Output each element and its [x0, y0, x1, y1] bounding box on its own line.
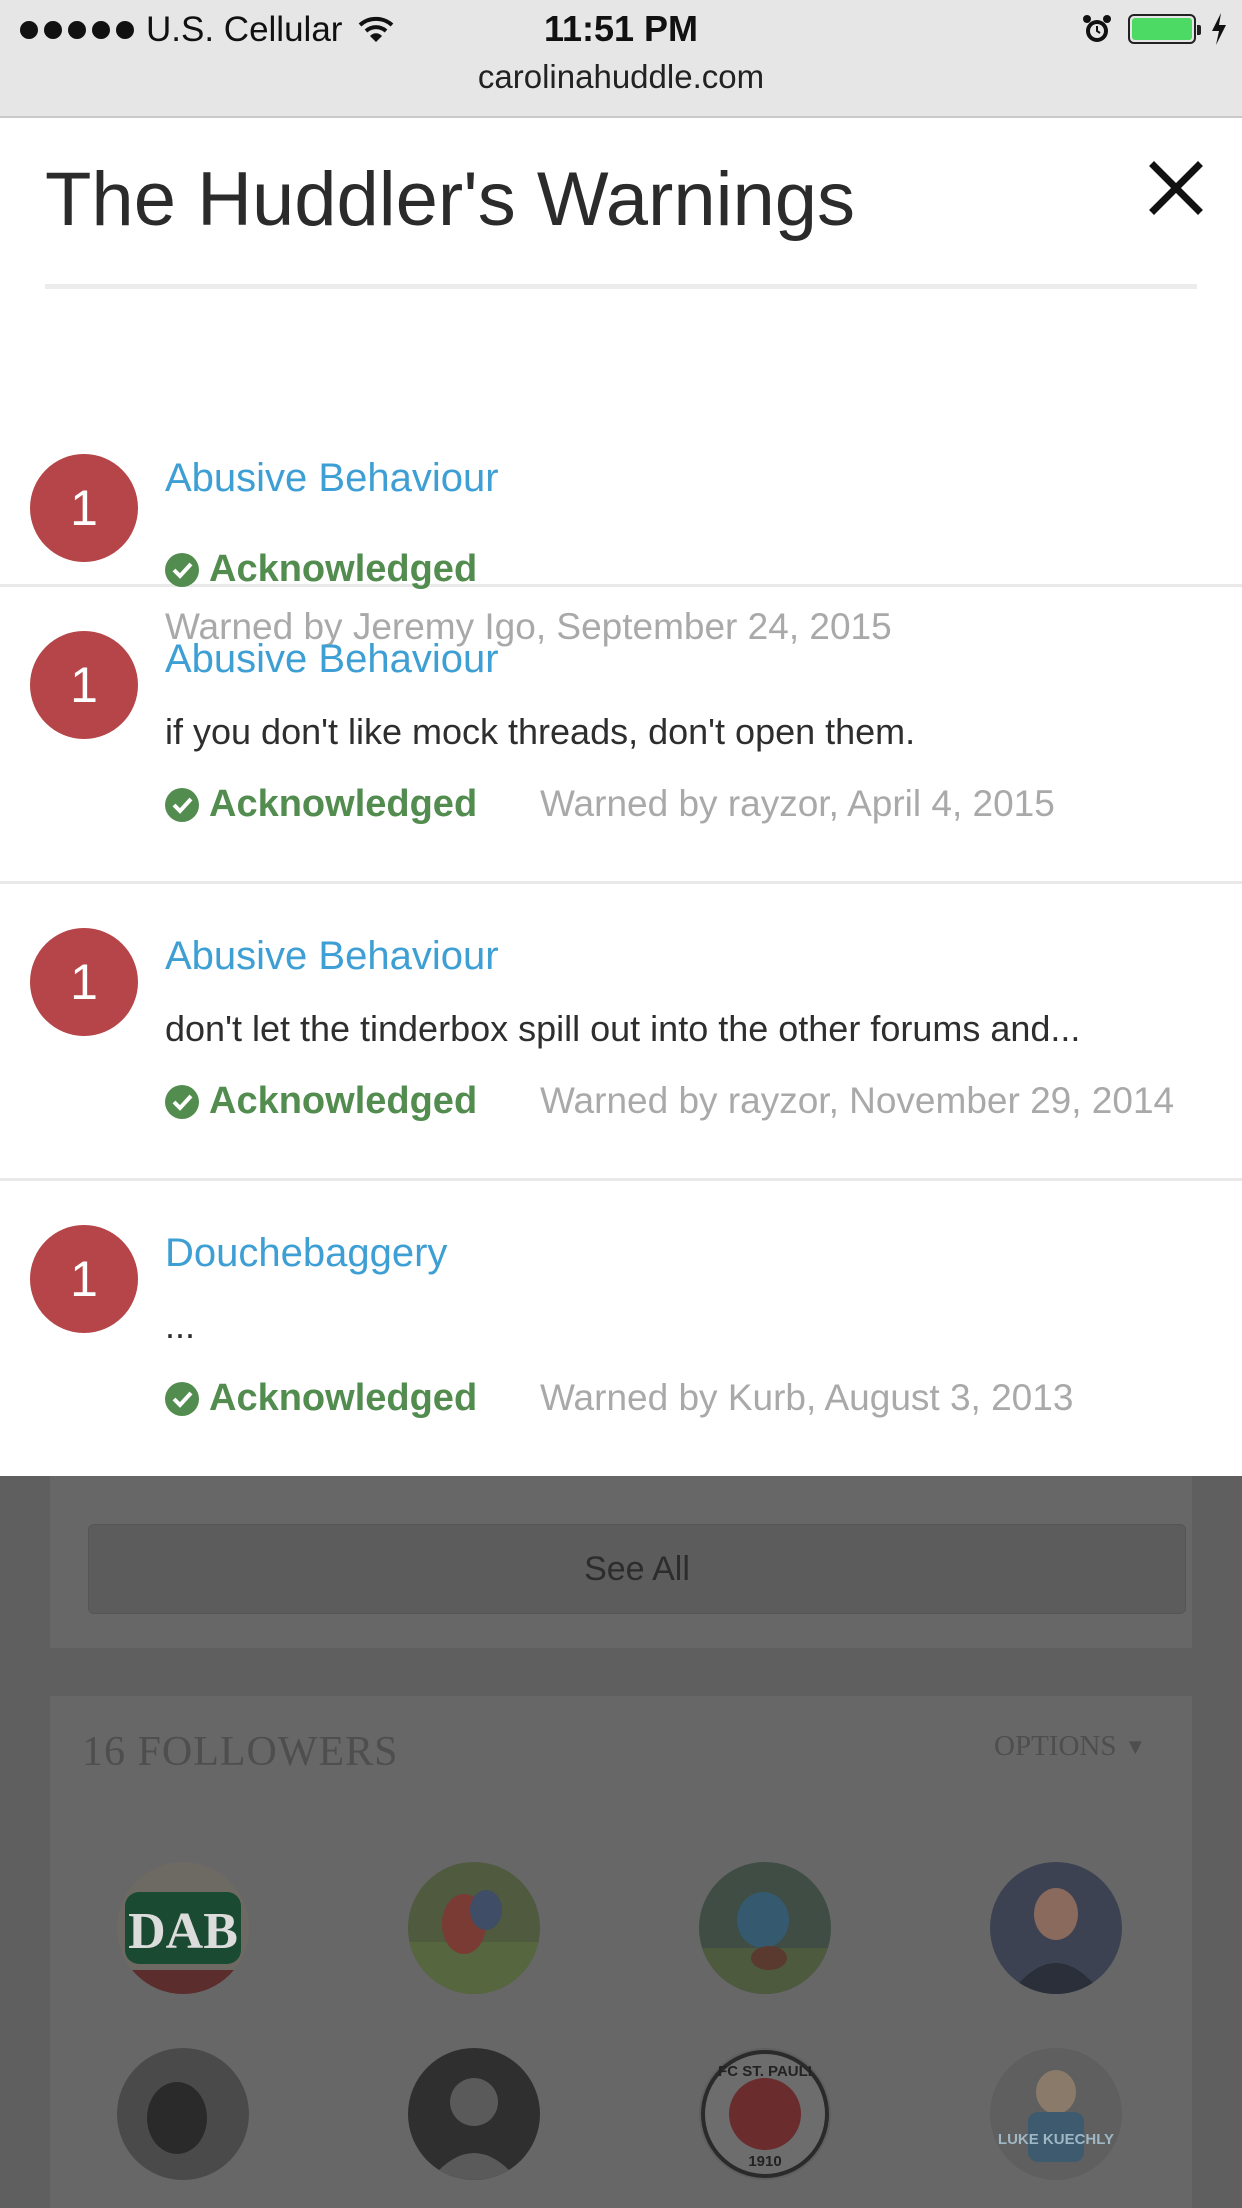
warning-item[interactable]: 1 Abusive Behaviour if you don't like mo… — [0, 587, 1242, 884]
warned-by-text: Warned by rayzor, November 29, 2014 — [540, 1080, 1175, 1121]
st-pauli-logo-year: 1910 — [748, 2153, 781, 2170]
warning-points-badge: 1 — [30, 928, 138, 1036]
warning-reason-link[interactable]: Douchebaggery — [165, 1231, 447, 1276]
acknowledged-status: Acknowledged — [165, 1377, 477, 1420]
alarm-icon — [1083, 15, 1111, 42]
check-circle-icon — [165, 1084, 199, 1119]
follower-avatar[interactable] — [699, 1862, 831, 1994]
football-photo-image — [699, 1862, 831, 1994]
warning-points-badge: 1 — [30, 454, 138, 562]
follower-avatar[interactable]: FC ST. PAULI 1910 — [699, 2048, 831, 2180]
football-photo-image — [408, 1862, 540, 1994]
default-user-icon — [408, 2048, 540, 2180]
acknowledged-label: Acknowledged — [209, 783, 478, 825]
luke-kuechly-cartoon-image: LUKE KUECHLY — [990, 2048, 1122, 2180]
st-pauli-logo-text: FC ST. PAULI — [718, 2063, 812, 2080]
acknowledged-label: Acknowledged — [209, 1080, 478, 1122]
dab-logo-image: DAB — [117, 1862, 249, 1994]
status-bar: U.S. Cellular 11:51 PM carolinahuddle.co… — [0, 0, 1242, 118]
warning-item[interactable]: 1 Abusive Behaviour Acknowledged Warned … — [0, 292, 1242, 647]
title-divider — [45, 284, 1197, 289]
warning-reason-link[interactable]: Abusive Behaviour — [165, 637, 499, 682]
warning-points-badge: 1 — [30, 631, 138, 739]
warning-note: ... — [165, 1305, 196, 1346]
dab-logo-text: DAB — [128, 1903, 238, 1960]
acknowledged-status: Acknowledged — [165, 783, 477, 826]
check-circle-icon — [165, 1381, 199, 1416]
man-in-suit-photo-image — [990, 1862, 1122, 1994]
warnings-modal: The Huddler's Warnings 1 Abusive Behavio… — [0, 118, 1242, 1476]
followers-title: 16 FOLLOWERS — [82, 1729, 399, 1775]
close-icon[interactable] — [1146, 158, 1206, 218]
warned-by-text: Warned by Kurb, August 3, 2013 — [540, 1377, 1074, 1418]
kuechly-logo-text: LUKE KUECHLY — [998, 2131, 1114, 2148]
follower-avatar[interactable] — [990, 1862, 1122, 1994]
acknowledged-status: Acknowledged — [165, 1080, 477, 1123]
acknowledged-status: Acknowledged — [165, 548, 477, 591]
follower-avatar[interactable]: LUKE KUECHLY — [990, 2048, 1122, 2180]
warning-item[interactable]: 1 Abusive Behaviour don't let the tinder… — [0, 884, 1242, 1181]
person-photo-image — [117, 2048, 249, 2180]
see-all-button[interactable]: See All — [88, 1524, 1186, 1614]
address-bar[interactable]: carolinahuddle.com — [0, 58, 1242, 96]
follower-avatar[interactable] — [408, 2048, 540, 2180]
follower-avatar[interactable] — [117, 2048, 249, 2180]
acknowledged-label: Acknowledged — [209, 1377, 478, 1419]
follower-avatar[interactable] — [408, 1862, 540, 1994]
warning-reason-link[interactable]: Abusive Behaviour — [165, 934, 499, 979]
modal-title: The Huddler's Warnings — [45, 157, 856, 242]
warning-points-badge: 1 — [30, 1225, 138, 1333]
check-circle-icon — [165, 787, 199, 822]
charging-icon — [1212, 13, 1226, 45]
options-dropdown[interactable]: OPTIONS ▼ — [994, 1730, 1146, 1763]
battery-icon — [1128, 14, 1201, 44]
warning-reason-link[interactable]: Abusive Behaviour — [165, 456, 499, 501]
warning-note: if you don't like mock threads, don't op… — [165, 711, 916, 752]
acknowledged-label: Acknowledged — [209, 548, 478, 590]
status-right — [1080, 12, 1228, 46]
options-label: OPTIONS — [994, 1730, 1117, 1762]
fc-st-pauli-logo-image: FC ST. PAULI 1910 — [699, 2048, 831, 2180]
warned-by-text: Warned by rayzor, April 4, 2015 — [540, 783, 1055, 824]
check-circle-icon — [165, 552, 199, 587]
follower-avatar[interactable]: DAB — [117, 1862, 249, 1994]
clock: 11:51 PM — [543, 8, 699, 49]
warning-item[interactable]: 1 Douchebaggery ... Acknowledged Warned … — [0, 1181, 1242, 1476]
warning-note: don't let the tinderbox spill out into t… — [165, 1008, 1081, 1049]
caret-down-icon: ▼ — [1124, 1733, 1147, 1759]
